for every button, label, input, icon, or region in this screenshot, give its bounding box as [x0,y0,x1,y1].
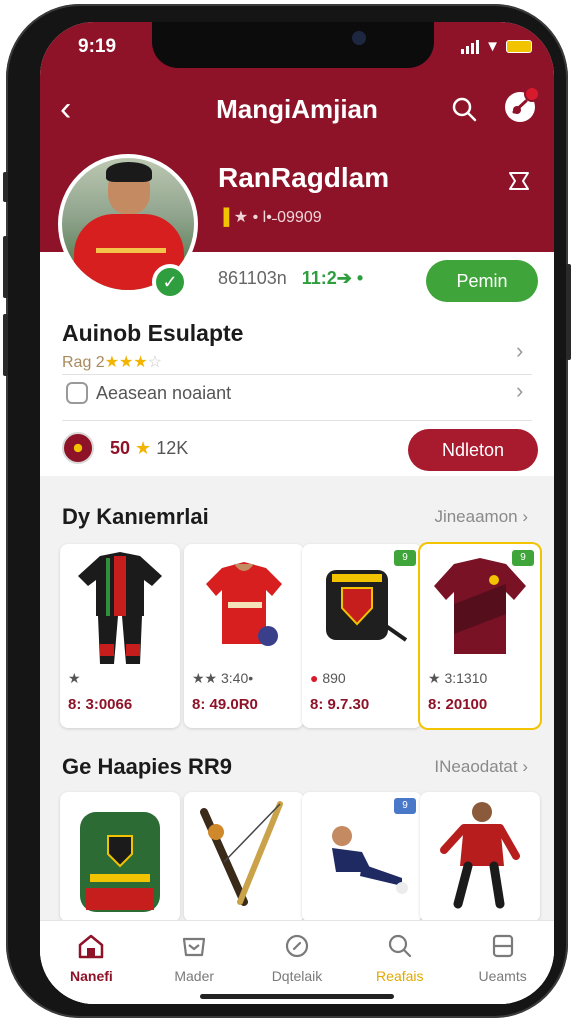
profile-subtitle: ▐ ★ • l•˗09909 [218,207,322,227]
new-badge: 9 [512,550,534,566]
bottom-tab-bar: Nanefi Mader Dqtelaik Reafais Ueamts [40,920,554,1004]
chevron-right-icon[interactable]: › [516,378,523,404]
checkmark-icon: ✓ [152,264,188,300]
notification-badge [524,86,540,102]
section-link[interactable]: INeaodatat › [434,757,528,777]
tab-label: Reafais [376,968,424,984]
product-rating: ★ [68,670,81,686]
tab-label: Nanefi [70,968,113,984]
tab-label: Ueamts [478,968,527,984]
section-title: Dy Kanıemrlai [62,504,209,529]
rating-prefix: Rag 2 [62,354,105,371]
avatar-hair [106,162,152,182]
product-price: 8: 3:0066 [68,696,133,713]
share-icon[interactable] [506,168,532,194]
section-link-label: Jineaamon [434,507,518,526]
product-rating: ● 890 [310,670,346,686]
divider [62,420,532,421]
product-card[interactable]: 9 ● 890 8: 9.7.30 [302,544,422,728]
app-screen: 9:19 ▼ ‹ MangiAmjian RanRagdlam ▐ ★ • l•… [40,22,554,1004]
section-link-label: INeaodatat [434,757,518,776]
club-followers: 12K [156,438,189,458]
section-title: Ge Haapies RR9 [62,754,232,779]
star-icon-empty: ☆ [147,354,163,371]
club-stats: 50 ★ 12K [110,438,188,459]
divider [62,374,532,375]
tab-label: Mader [174,968,215,984]
product-card[interactable]: 9 [302,792,422,922]
volume-down-button [3,314,8,376]
product-price: 8: 49.0R0 [192,696,258,713]
front-camera [352,31,366,45]
profile-action-button[interactable]: Pemin [426,260,538,302]
product-card[interactable]: ★ 8: 3:0066 [60,544,180,728]
power-button [566,264,571,360]
tab-home[interactable]: Nanefi [40,921,143,1004]
home-icon [79,934,104,959]
product-rating: ★★ 3:40• [192,670,254,686]
club-action-button[interactable]: Ndleton [408,429,538,471]
compass-icon [285,934,309,958]
home-indicator [200,994,394,999]
mute-switch [3,172,8,202]
product-card[interactable] [60,792,180,922]
kit-image [78,552,162,664]
rating-stars: ★★★☆ [105,354,162,371]
avatar-sponsor [96,248,166,253]
info-title: Auinob Esulapte [62,320,244,346]
profile-stats: 861103n 11:2➔ • [218,268,363,289]
product-card[interactable]: ★★ 3:40• 8: 49.0R0 [184,544,304,728]
stats-trend: 11:2➔ • [301,268,364,288]
tab-details[interactable]: Dqtelaik [246,921,349,1004]
jersey-image [206,562,282,646]
tab-search[interactable]: Reafais [348,921,451,1004]
search-icon [388,934,411,958]
product-rating-value: 890 [322,670,346,686]
search-icon[interactable] [450,95,478,123]
list-icon [492,934,513,958]
club-count: 50 [110,438,131,458]
info-rating: Rag 2★★★☆ [62,352,162,372]
club-logo-icon [62,432,94,464]
notch [152,22,434,68]
rank-icon: ▐ [218,209,230,226]
signal-icon [461,39,480,54]
product-price: 8: 9.7.30 [310,696,370,713]
shop-icon [183,937,206,957]
stats-number: 861103n [218,268,287,288]
tab-market[interactable]: Mader [143,921,246,1004]
star-icon-filled: ★★★ [104,354,148,371]
backpack-image [80,812,160,912]
status-icons: ▼ [461,38,532,55]
new-badge: 9 [394,550,416,566]
wifi-icon: ▼ [485,38,500,55]
phone-frame: 9:19 ▼ ‹ MangiAmjian RanRagdlam ▐ ★ • l•… [3,4,571,1018]
product-price: 8: 20100 [428,696,488,713]
detail-label[interactable]: Aeasean noaiant [96,383,231,404]
product-card[interactable] [184,792,304,922]
info-icon [66,382,88,404]
fire-icon: ● [310,670,319,686]
new-badge: 9 [394,798,416,814]
tab-label: Dqtelaik [271,968,323,984]
product-rating: ★ 3:1310 [428,670,488,686]
figure-image [440,802,520,909]
section-link[interactable]: Jineaamon › [434,507,528,527]
tab-events[interactable]: Ueamts [451,921,554,1004]
profile-name: RanRagdlam [218,162,390,193]
volume-up-button [3,236,8,298]
star-icon: ★ [135,438,152,458]
product-card[interactable] [420,792,540,922]
chevron-right-icon[interactable]: › [516,338,523,364]
battery-icon [506,40,532,53]
product-card[interactable]: 9 ★ 3:1310 8: 20100 [420,544,540,728]
status-time: 9:19 [78,36,117,57]
profile-meta: ★ • l•˗09909 [233,209,322,226]
equipment-image [200,801,283,906]
